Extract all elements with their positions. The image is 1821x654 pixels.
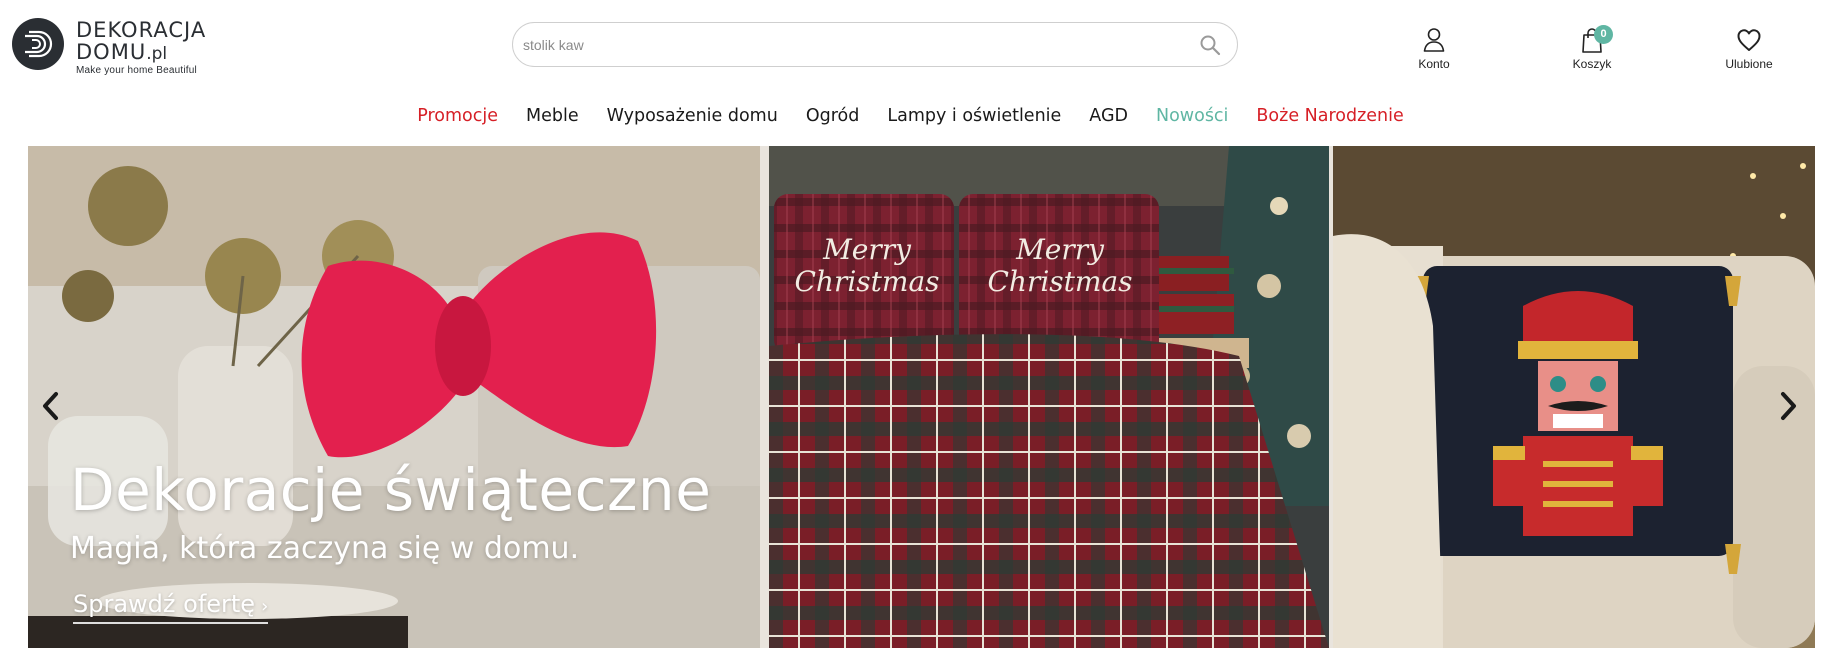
account-label: Konto <box>1418 57 1450 71</box>
main-nav: Promocje Meble Wyposażenie domu Ogród La… <box>0 100 1821 132</box>
favorites-label: Ulubione <box>1725 57 1773 71</box>
logo-tagline: Make your home Beautiful <box>76 65 197 76</box>
hero-subtitle: Magia, która zaczyna się w domu. <box>70 531 580 566</box>
nav-item-boze-narodzenie[interactable]: Boże Narodzenie <box>1256 100 1403 132</box>
search-icon[interactable] <box>1199 34 1221 56</box>
hero-cta-label: Sprawdź ofertę <box>73 590 256 618</box>
hero-carousel[interactable]: Dekoracje świąteczne Magia, która zaczyn… <box>28 146 1815 648</box>
logo-line-1: DEKORACJA <box>76 18 207 42</box>
nav-item-ogrod[interactable]: Ogród <box>806 100 860 132</box>
search-bar <box>512 22 1238 67</box>
logo-domain: DOMU <box>76 40 147 64</box>
account-button[interactable]: Konto <box>1394 26 1474 71</box>
hero-image-bow-pillow: Dekoracje świąteczne Magia, która zaczyn… <box>28 146 760 648</box>
nav-item-lampy[interactable]: Lampy i oświetlenie <box>887 100 1061 132</box>
pillow-text-2: Merry Christmas <box>987 233 1133 298</box>
chevron-right-icon <box>1781 392 1796 420</box>
cart-button[interactable]: 0 Koszyk <box>1552 25 1632 71</box>
favorites-button[interactable]: Ulubione <box>1709 26 1789 71</box>
pillow-text-1: Merry Christmas <box>794 233 940 298</box>
hero-image-nutcracker-pillow <box>1333 146 1815 648</box>
carousel-next-button[interactable] <box>1773 386 1803 426</box>
hero-cta-link[interactable]: Sprawdź ofertę › <box>73 590 269 624</box>
chevron-right-small-icon: › <box>261 596 269 617</box>
site-header: DEKORACJA DOMU.pl Make your home Beautif… <box>0 0 1821 92</box>
site-logo[interactable]: DEKORACJA DOMU.pl Make your home Beautif… <box>12 18 206 76</box>
search-input[interactable] <box>523 23 1183 66</box>
nav-item-nowosci[interactable]: Nowości <box>1156 100 1228 132</box>
logo-d-icon <box>12 18 64 70</box>
nav-item-meble[interactable]: Meble <box>526 100 579 132</box>
logo-line-2: DOMU.pl <box>76 42 206 63</box>
nav-item-agd[interactable]: AGD <box>1089 100 1128 132</box>
chevron-left-icon <box>43 392 58 420</box>
nav-item-promocje[interactable]: Promocje <box>417 100 498 132</box>
hero-image-plaid-bedding: Merry Christmas Merry Christmas <box>769 146 1329 648</box>
user-icon <box>1423 28 1445 52</box>
logo-wordmark: DEKORACJA DOMU.pl Make your home Beautif… <box>76 20 206 76</box>
heart-icon <box>1737 29 1761 51</box>
cart-count-badge: 0 <box>1594 25 1613 44</box>
nav-item-wyposazenie-domu[interactable]: Wyposażenie domu <box>607 100 778 132</box>
carousel-prev-button[interactable] <box>36 386 66 426</box>
hero-title: Dekoracje świąteczne <box>70 456 712 524</box>
logo-tld: .pl <box>146 44 168 64</box>
cart-label: Koszyk <box>1572 57 1612 71</box>
